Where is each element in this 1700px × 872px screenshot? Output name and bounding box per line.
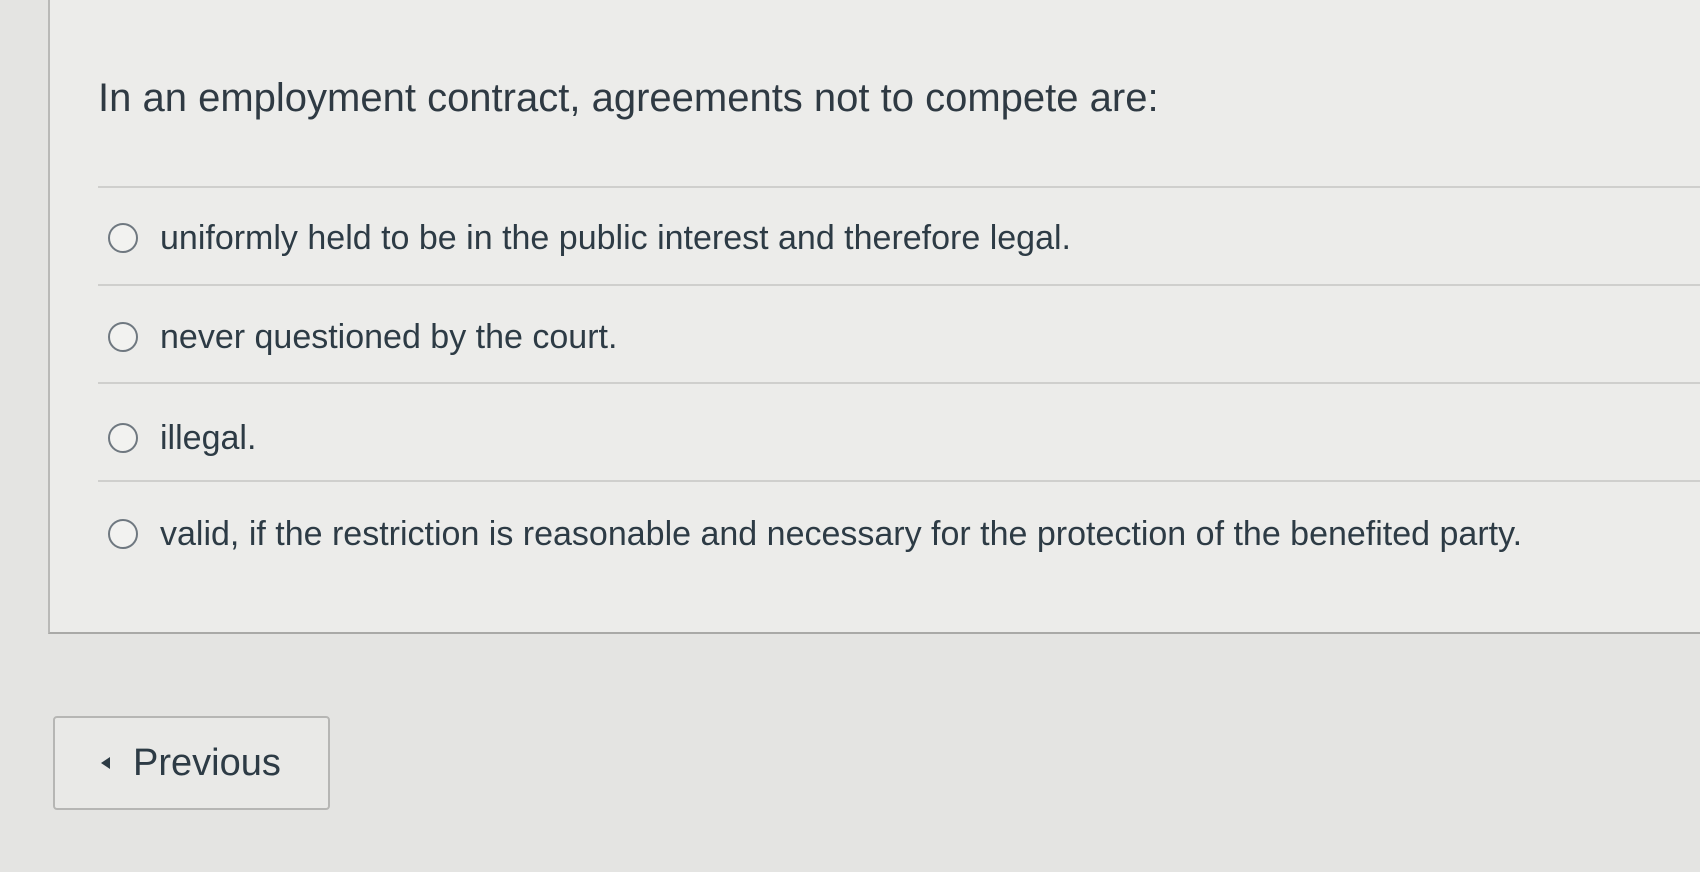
answer-divider (98, 480, 1700, 482)
question-card: In an employment contract, agreements no… (48, 0, 1700, 634)
radio-button[interactable] (108, 322, 138, 352)
answer-divider (98, 186, 1700, 188)
answer-label: valid, if the restriction is reasonable … (160, 515, 1523, 553)
answer-divider (98, 284, 1700, 286)
answer-label: uniformly held to be in the public inter… (160, 219, 1071, 257)
answer-label: illegal. (160, 419, 257, 457)
answer-option-2[interactable]: never questioned by the court. (108, 311, 617, 363)
radio-button[interactable] (108, 223, 138, 253)
answer-option-1[interactable]: uniformly held to be in the public inter… (108, 212, 1071, 264)
caret-left-icon (101, 757, 110, 769)
previous-button-label: Previous (133, 742, 281, 784)
answer-option-4[interactable]: valid, if the restriction is reasonable … (108, 508, 1522, 560)
radio-button[interactable] (108, 519, 138, 549)
answer-option-3[interactable]: illegal. (108, 412, 256, 464)
question-text: In an employment contract, agreements no… (98, 76, 1159, 120)
answer-divider (98, 382, 1700, 384)
radio-button[interactable] (108, 423, 138, 453)
previous-button[interactable]: Previous (53, 716, 330, 810)
answer-label: never questioned by the court. (160, 318, 618, 356)
